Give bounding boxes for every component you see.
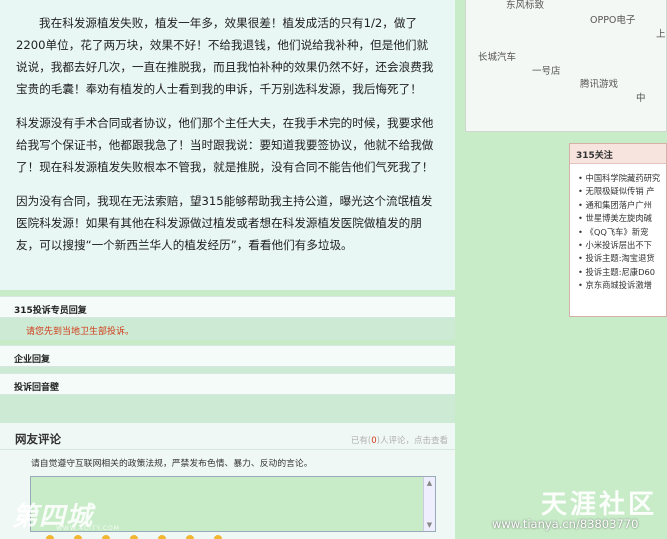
emoji-icon[interactable] <box>158 535 166 539</box>
comments-count-link[interactable]: 已有(0)人评论，点击查看 <box>351 434 448 446</box>
focus-link[interactable]: 通和集团落户广州 <box>578 199 666 212</box>
scroll-up-icon[interactable]: ▲ <box>424 477 435 489</box>
complaint-review-title: 投诉回音壁 <box>14 383 60 393</box>
expert-reply-body: 请您先到当地卫生部投诉。 <box>0 318 455 340</box>
watermark-logo-left-sub: WWW.4CITY.COM <box>56 525 120 532</box>
emoji-icon[interactable] <box>74 535 82 539</box>
focus-list: 中国科学院藏药研究 无限极疑似传销 产 通和集团落户广州 世星博美左旋肉碱 《Q… <box>570 164 666 293</box>
comments-meta-suffix: )人评论，点击查看 <box>376 436 448 446</box>
article-paragraph: 科发源没有手术合同或者协议，他们那个主任大夫，在我手术完的时候，我要求他给我写个… <box>16 116 434 174</box>
expert-reply-text: 请您先到当地卫生部投诉。 <box>26 327 135 337</box>
comments-meta-prefix: 已有( <box>350 436 372 446</box>
focus-link[interactable]: 《QQ飞车》新宠 <box>578 226 666 239</box>
map-label[interactable]: 一号店 <box>532 63 561 77</box>
company-reply-header: 企业回复 <box>0 345 455 367</box>
scroll-down-icon[interactable]: ▼ <box>424 519 435 531</box>
map-label[interactable]: 东风标致 <box>506 0 544 11</box>
focus-link[interactable]: 投诉主题:淘宝退货 <box>578 252 666 265</box>
focus-title: 315关注 <box>570 144 666 164</box>
focus-link[interactable]: 世星博美左旋肉碱 <box>578 212 666 225</box>
emoji-icon[interactable] <box>46 535 54 539</box>
main-column: 我在科发源植发失败，植发一年多，效果很差！植发成活的只有1/2，做了2200单位… <box>0 0 455 539</box>
map-label[interactable]: 腾讯游戏 <box>580 76 618 90</box>
focus-link[interactable]: 小米投诉层出不下 <box>578 239 666 252</box>
comments-header: 网友评论 已有(0)人评论，点击查看 <box>0 426 455 450</box>
map-label[interactable]: 中 <box>636 90 646 104</box>
map-label[interactable]: 上 <box>656 26 666 40</box>
comments-title: 网友评论 <box>15 432 61 446</box>
focus-link[interactable]: 无限极疑似传销 产 <box>578 185 666 198</box>
emoji-icon[interactable] <box>130 535 138 539</box>
article-paragraph: 因为没有合同，我现在无法索赔，望315能够帮助我主持公道，曝光这个流氓植发医院科… <box>16 194 433 252</box>
emoji-row <box>46 535 222 539</box>
expert-reply-title: 315投诉专员回复 <box>14 306 87 316</box>
company-reply-title: 企业回复 <box>14 355 51 365</box>
comments-notice: 请自觉遵守互联网相关的政策法规，严禁发布色情、暴力、反动的言论。 <box>31 459 313 469</box>
map-label[interactable]: OPPO电子 <box>590 12 635 26</box>
emoji-icon[interactable] <box>102 535 110 539</box>
comment-scrollbar[interactable]: ▲ ▼ <box>423 477 435 531</box>
emoji-icon[interactable] <box>186 535 194 539</box>
watermark-logo-right: 天涯社区 <box>541 490 658 520</box>
focus-link[interactable]: 投诉主题:尼康D60 <box>578 266 666 279</box>
focus-panel: 315关注 中国科学院藏药研究 无限极疑似传销 产 通和集团落户广州 世星博美左… <box>569 143 667 317</box>
expert-reply-header: 315投诉专员回复 <box>0 296 455 318</box>
map-label[interactable]: 长城汽车 <box>478 49 516 63</box>
complaint-review-header: 投诉回音壁 <box>0 373 455 395</box>
complaint-review-body <box>0 395 455 423</box>
right-column: 东风标致 OPPO电子 上 长城汽车 一号店 腾讯游戏 中 315关注 中国科学… <box>455 0 667 539</box>
watermark-url: www.tianya.cn/83803770 <box>492 517 639 531</box>
focus-link[interactable]: 京东商城投诉激增 <box>578 279 666 292</box>
complaint-article: 我在科发源植发失败，植发一年多，效果很差！植发成活的只有1/2，做了2200单位… <box>0 0 455 290</box>
focus-link[interactable]: 中国科学院藏药研究 <box>578 172 666 185</box>
map-widget[interactable]: 东风标致 OPPO电子 上 长城汽车 一号店 腾讯游戏 中 <box>465 0 667 132</box>
article-paragraph: 我在科发源植发失败，植发一年多，效果很差！植发成活的只有1/2，做了2200单位… <box>16 16 434 96</box>
emoji-icon[interactable] <box>214 535 222 539</box>
